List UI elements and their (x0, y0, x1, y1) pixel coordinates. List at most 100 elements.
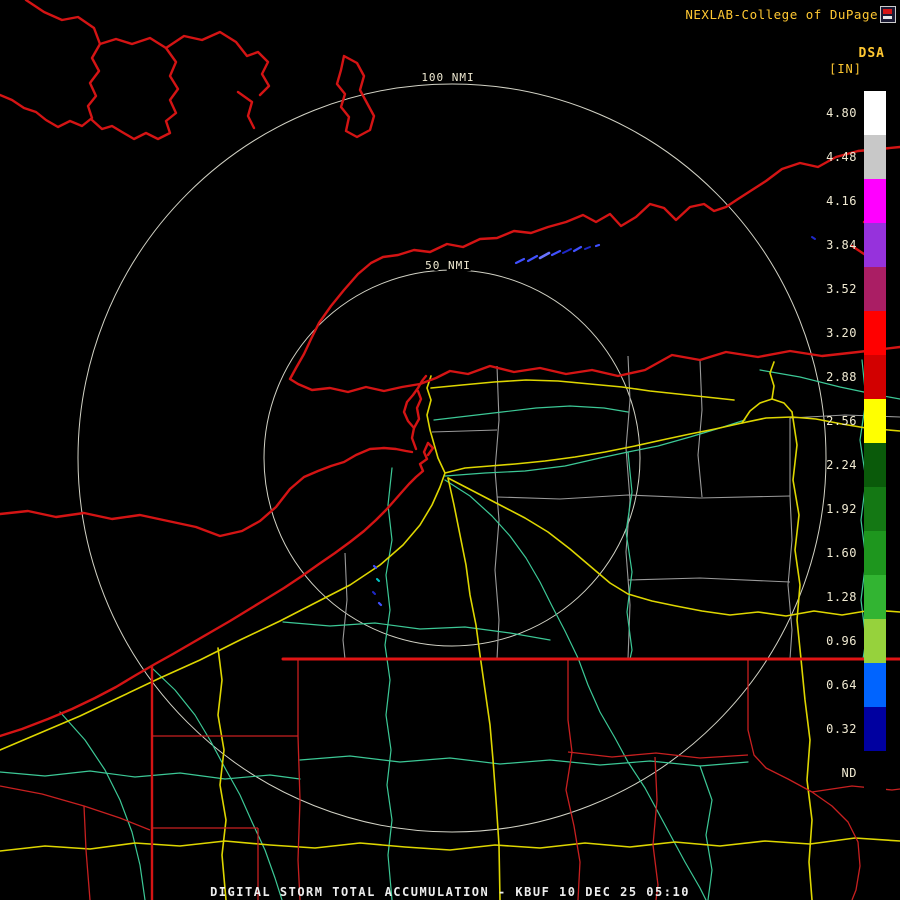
colorbar-color-swatch (864, 663, 886, 707)
range-ring-100nmi (77, 83, 827, 833)
radar-display: 100 NMI 50 NMI NEXLAB-College of DuPage … (0, 0, 900, 900)
colorbar-color-swatch (864, 707, 886, 751)
radar-map: 100 NMI 50 NMI (0, 0, 900, 900)
product-unit-label: [IN] (829, 62, 862, 76)
colorbar-row: 1.28 (809, 575, 886, 619)
precip-echo (372, 564, 378, 570)
county-line (787, 495, 793, 660)
cod-logo-icon (880, 6, 896, 23)
highway-i190 (426, 375, 446, 474)
range-ring-label-50nmi: 50 NMI (425, 259, 471, 272)
colorbar-tick-label: 4.16 (826, 194, 857, 208)
highway-rochester-loop (741, 398, 793, 424)
colorbar-color-swatch (864, 399, 886, 443)
precip-echo (372, 591, 376, 595)
georgian-bay-shoreline (164, 30, 271, 97)
county-line (431, 429, 498, 433)
colorbar-color-swatch (864, 355, 886, 399)
highway-rt394 (217, 647, 227, 900)
lake-erie-north-shoreline (0, 446, 414, 538)
colorbar-tick-label: 1.92 (826, 502, 857, 516)
colorbar-row: 0.32 (809, 707, 886, 751)
precip-echo (538, 251, 551, 260)
colorbar-row: 0.96 (809, 619, 886, 663)
county-line-red (297, 659, 301, 900)
precip-echo (562, 248, 572, 254)
colorbar-color-swatch (864, 751, 886, 795)
colorbar-tick-label: 1.60 (826, 546, 857, 560)
precip-echo (514, 257, 526, 265)
colorbar-row: 2.24 (809, 443, 886, 487)
georgian-bay-shoreline (0, 0, 102, 129)
colorbar-row: ND (809, 751, 886, 795)
county-line-red (652, 756, 659, 900)
colorbar-row: 3.52 (809, 267, 886, 311)
secondary-road (151, 667, 283, 900)
secondary-road (384, 467, 393, 900)
colorbar-row: 2.88 (809, 355, 886, 399)
georgian-bay-shoreline (90, 36, 180, 141)
product-status-line: DIGITAL STORM TOTAL ACCUMULATION - KBUF … (210, 885, 690, 899)
colorbar-tick-label: 2.24 (826, 458, 857, 472)
layer-highways (0, 361, 900, 900)
colorbar-tick-label: ND (841, 766, 857, 780)
precip-echo (572, 245, 583, 253)
precip-echo (377, 601, 383, 607)
county-line-red (567, 751, 749, 759)
colorbar-tick-label: 0.96 (826, 634, 857, 648)
secondary-road (59, 711, 146, 900)
colorbar-color-swatch (864, 487, 886, 531)
county-line (494, 365, 500, 660)
secondary-road (433, 405, 629, 421)
colorbar-color-swatch (864, 531, 886, 575)
colorbar-tick-label: 2.88 (826, 370, 857, 384)
highway-i90-thruway (0, 416, 900, 751)
colorbar-color-swatch (864, 443, 886, 487)
colorbar-row: 4.80 (809, 91, 886, 135)
range-ring-50nmi (263, 269, 641, 647)
colorbar-tick-label: 3.52 (826, 282, 857, 296)
colorbar-color-swatch (864, 223, 886, 267)
branding-text: NEXLAB-College of DuPage (685, 7, 878, 22)
precip-echo (550, 249, 562, 257)
colorbar-color-swatch (864, 267, 886, 311)
colorbar-tick-label: 3.84 (826, 238, 857, 252)
colorbar-tick-label: 0.64 (826, 678, 857, 692)
secondary-road (299, 755, 749, 767)
county-line (342, 552, 348, 660)
county-line (627, 577, 791, 583)
colorbar-row: 0.64 (809, 663, 886, 707)
colorbar-row: 1.60 (809, 531, 886, 575)
niagara-river-east-channel (412, 389, 423, 430)
colorbar-row: 2.56 (809, 399, 886, 443)
colorbar-tick-label: 3.20 (826, 326, 857, 340)
layer-borders-shorelines (0, 0, 900, 900)
highway-rt104 (430, 379, 735, 401)
colorbar-color-swatch (864, 91, 886, 135)
precip-echo (526, 254, 539, 263)
shoreline-fragment (236, 90, 256, 130)
colorbar-color-swatch (864, 619, 886, 663)
precip-echo (376, 578, 380, 582)
county-line (697, 359, 703, 498)
highway-us219 (447, 477, 501, 900)
colorbar-tick-label: 4.80 (826, 106, 857, 120)
highway-spur (769, 361, 775, 400)
secondary-road (699, 765, 713, 900)
colorbar-color-swatch (864, 179, 886, 223)
colorbar-color-swatch (864, 575, 886, 619)
colorbar-color-swatch (864, 311, 886, 355)
county-line-red (565, 659, 581, 900)
colorbar-row: 4.16 (809, 179, 886, 223)
lake-erie-south-shoreline (0, 441, 430, 738)
county-line-red (0, 785, 151, 831)
colorbar-color-swatch (864, 135, 886, 179)
colorbar-tick-label: 1.28 (826, 590, 857, 604)
colorbar-row: 3.84 (809, 223, 886, 267)
colorbar-row: 4.48 (809, 135, 886, 179)
colorbar-tick-label: 0.32 (826, 722, 857, 736)
colorbar: 4.80 4.48 4.16 3.84 3.52 3.20 2.88 2.56 2.24 1.92… (809, 91, 886, 795)
colorbar-row: 3.20 (809, 311, 886, 355)
county-line (496, 494, 791, 500)
colorbar-row: 1.92 (809, 487, 886, 531)
